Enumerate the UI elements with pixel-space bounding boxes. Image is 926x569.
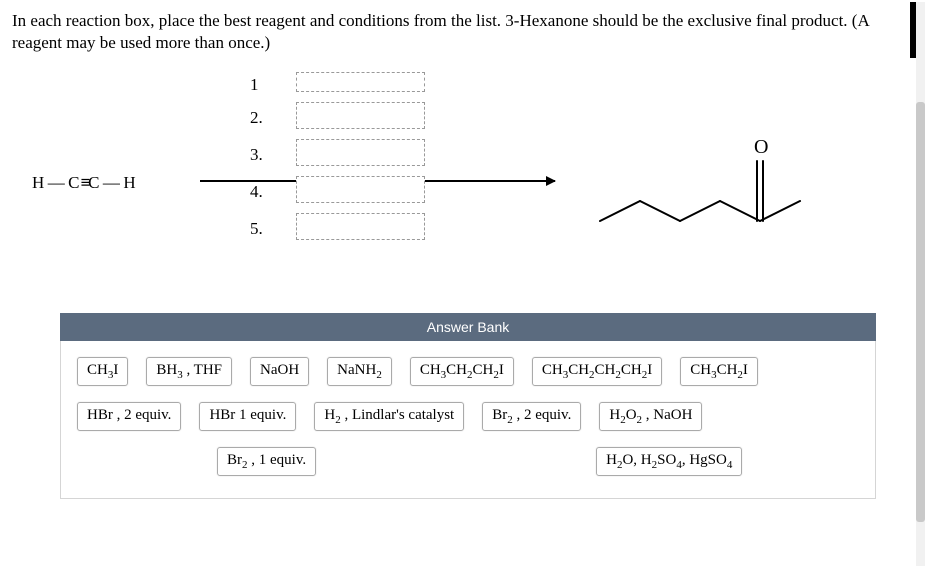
reagent-drop-3[interactable] (296, 139, 425, 166)
reagent-tile-Br2_2equiv[interactable]: Br2 , 2 equiv. (482, 402, 581, 431)
bank-row-2: HBr , 2 equiv. HBr 1 equiv. H2 , Lindlar's… (77, 402, 859, 431)
reagent-tile-HBr_1equiv[interactable]: HBr 1 equiv. (199, 402, 296, 431)
reagent-tile-HBr_2equiv[interactable]: HBr , 2 equiv. (77, 402, 181, 431)
answer-bank: Answer Bank CH3I BH3 , THF NaOH NaNH2 CH3CH2… (60, 313, 876, 499)
reagent-tile-CH3CH2I[interactable]: CH3CH2I (680, 357, 758, 386)
instructions-text: In each reaction box, place the best rea… (0, 0, 926, 58)
reagent-drop-2[interactable] (296, 102, 425, 129)
reagent-tile-CH3CH2CH2CH2I[interactable]: CH3CH2CH2CH2I (532, 357, 662, 386)
page-cutoff-indicator (910, 2, 916, 58)
reaction-scheme: H — C≡C — H 1 2. 3. 4. 5. O (0, 68, 926, 293)
svg-text:O: O (754, 136, 768, 158)
reagent-drop-column (296, 72, 425, 250)
reagent-tile-NaOH[interactable]: NaOH (250, 357, 309, 386)
reagent-tile-BH3_THF[interactable]: BH3 , THF (146, 357, 232, 386)
reagent-tile-CH3CH2CH2I[interactable]: CH3CH2CH2I (410, 357, 514, 386)
starting-material: H — C≡C — H (32, 173, 137, 193)
reagent-drop-4[interactable] (296, 176, 425, 203)
bank-row-1: CH3I BH3 , THF NaOH NaNH2 CH3CH2CH2I CH3CH2CH… (77, 357, 859, 386)
reagent-drop-1[interactable] (296, 72, 425, 92)
step-number-5: 5. (248, 210, 263, 247)
step-number-3: 3. (248, 136, 263, 173)
reagent-drop-5[interactable] (296, 213, 425, 240)
scrollbar-track[interactable] (916, 2, 925, 566)
reagent-tile-H2O2_NaOH[interactable]: H2O2 , NaOH (599, 402, 702, 431)
step-number-2: 2. (248, 99, 263, 136)
step-number-4: 4. (248, 173, 263, 210)
reagent-tile-H2O_H2SO4_HgSO4[interactable]: H2O, H2SO4, HgSO4 (596, 447, 742, 476)
step-number-column: 1 2. 3. 4. 5. (248, 74, 263, 247)
answer-bank-header: Answer Bank (60, 313, 876, 341)
reagent-tile-H2_Lindlar[interactable]: H2 , Lindlar's catalyst (314, 402, 464, 431)
answer-bank-body: CH3I BH3 , THF NaOH NaNH2 CH3CH2CH2I CH3CH2CH… (60, 341, 876, 499)
reagent-tile-NaNH2[interactable]: NaNH2 (327, 357, 392, 386)
scrollbar-thumb[interactable] (916, 102, 925, 522)
reagent-tile-Br2_1equiv[interactable]: Br2 , 1 equiv. (217, 447, 316, 476)
step-number-1: 1 (248, 74, 263, 95)
product-structure: O (580, 123, 870, 243)
bank-row-3: Br2 , 1 equiv. H2O, H2SO4, HgSO4 (77, 447, 859, 476)
reagent-tile-CH3I[interactable]: CH3I (77, 357, 128, 386)
